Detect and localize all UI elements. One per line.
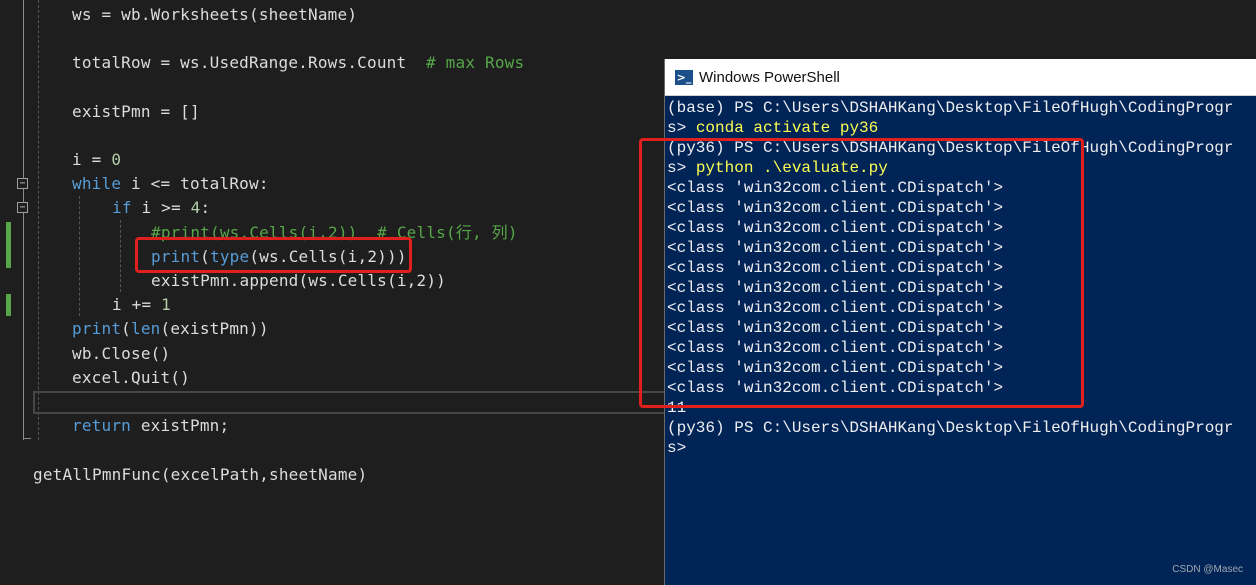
- code-line: return existPmn;: [72, 416, 230, 435]
- code-line: i += 1: [112, 295, 172, 314]
- highlight-box-console-output: [639, 138, 1084, 408]
- code-line: getAllPmnFunc(excelPath,sheetName): [33, 465, 368, 484]
- console-prompt-continuation: s> conda activate py36: [667, 119, 879, 137]
- code-line: while i <= totalRow:: [72, 174, 269, 193]
- watermark: CSDN @Masec: [1172, 564, 1243, 575]
- indent-guide: [38, 0, 39, 440]
- fold-toggle-while[interactable]: −: [17, 178, 28, 189]
- fold-toggle-if[interactable]: −: [17, 202, 28, 213]
- code-line: if i >= 4:: [112, 198, 211, 217]
- fold-gutter-end-tick: [23, 438, 31, 439]
- fold-gutter-line: [23, 0, 24, 440]
- indent-guide: [120, 220, 121, 292]
- powershell-icon: >_: [675, 69, 693, 85]
- current-line-indicator: [33, 391, 673, 414]
- indent-guide: [79, 196, 80, 316]
- change-marker: [6, 222, 11, 268]
- powershell-titlebar[interactable]: >_ Windows PowerShell: [665, 59, 1256, 96]
- code-line: totalRow = ws.UsedRange.Rows.Count # max…: [72, 53, 525, 72]
- console-prompt-continuation: s>: [667, 439, 687, 457]
- code-line: excel.Quit(): [72, 368, 190, 387]
- code-line: i = 0: [72, 150, 122, 169]
- code-line: ws = wb.Worksheets(sheetName): [72, 5, 358, 24]
- console-prompt: (py36) PS C:\Users\DSHAHKang\Desktop\Fil…: [667, 419, 1234, 437]
- change-marker: [6, 294, 11, 316]
- console-prompt: (base) PS C:\Users\DSHAHKang\Desktop\Fil…: [667, 99, 1234, 117]
- code-line: wb.Close(): [72, 344, 171, 363]
- highlight-box-print-type: [135, 237, 412, 273]
- window-title: Windows PowerShell: [699, 68, 840, 86]
- powershell-window[interactable]: >_ Windows PowerShell (base) PS C:\Users…: [639, 59, 1256, 585]
- code-line: existPmn = []: [72, 102, 200, 121]
- code-line: print(len(existPmn)): [72, 319, 269, 338]
